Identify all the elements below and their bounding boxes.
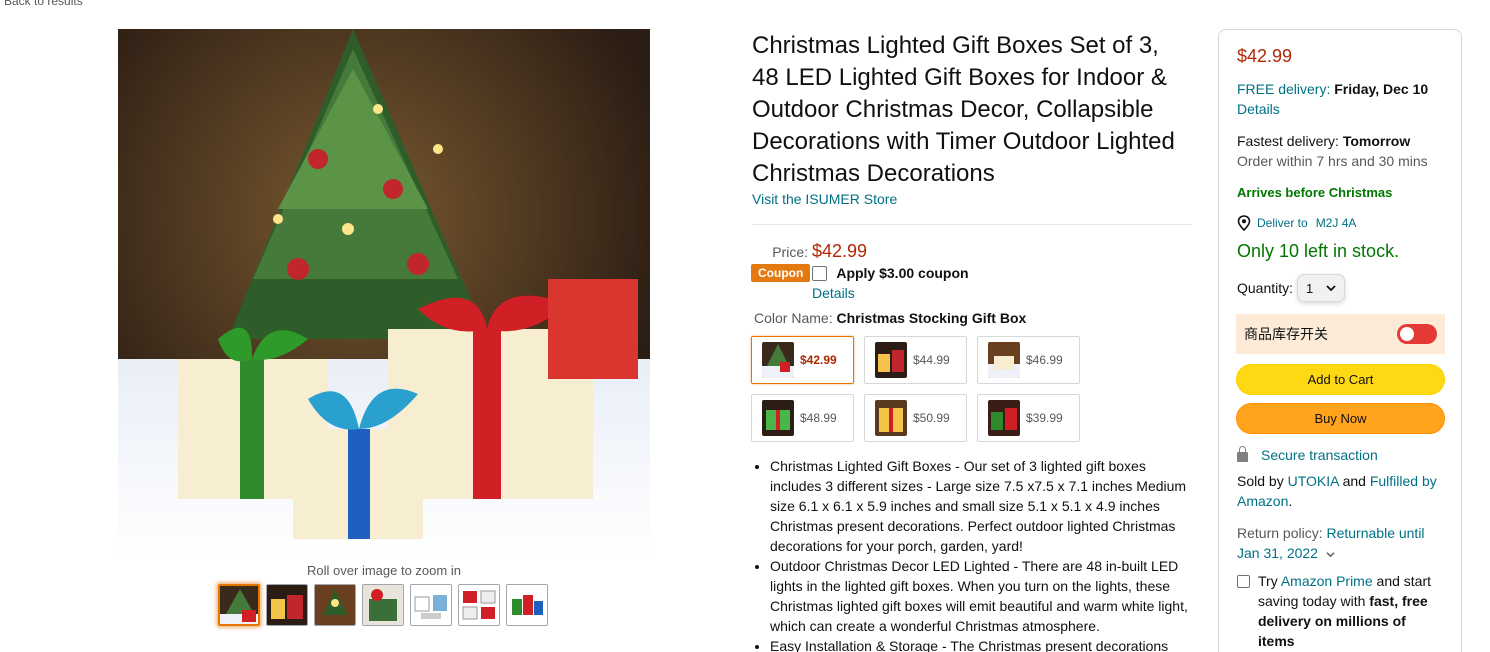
- buybox-price: $42.99: [1237, 46, 1293, 66]
- product-title: Christmas Lighted Gift Boxes Set of 3, 4…: [752, 32, 1175, 187]
- return-policy: Return policy: Returnable until Jan 31, …: [1237, 523, 1443, 563]
- swatch-price: $50.99: [913, 411, 950, 425]
- store-link[interactable]: Visit the ISUMER Store: [752, 191, 897, 207]
- chevron-down-icon: [1326, 285, 1336, 292]
- fastest-delivery: Fastest delivery: Tomorrow Order within …: [1237, 131, 1443, 171]
- thumbnail-2[interactable]: [266, 584, 308, 626]
- feature-bullet: Easy Installation & Storage - The Christ…: [770, 636, 1192, 652]
- price-label: Price:: [772, 244, 808, 260]
- chevron-down-icon[interactable]: [1326, 551, 1335, 558]
- swatch-option[interactable]: $42.99: [751, 336, 854, 384]
- delivery-details-link[interactable]: Details: [1237, 101, 1280, 117]
- quantity-select[interactable]: 1: [1297, 274, 1346, 302]
- swatch-price: $42.99: [800, 353, 837, 367]
- main-product-image[interactable]: [118, 29, 650, 561]
- coupon-row: Coupon Apply $3.00 coupon: [751, 264, 1192, 282]
- zoom-hint: Roll over image to zoom in: [307, 563, 461, 578]
- amazon-prime-link[interactable]: Amazon Prime: [1281, 573, 1373, 589]
- swatch-option[interactable]: $48.99: [751, 394, 854, 442]
- secure-transaction-label: Secure transaction: [1261, 447, 1378, 463]
- swatch-price: $39.99: [1026, 411, 1063, 425]
- swatch-option[interactable]: $44.99: [864, 336, 967, 384]
- free-delivery-label[interactable]: FREE delivery:: [1237, 81, 1330, 97]
- prime-trial: Try Amazon Prime and start saving today …: [1237, 571, 1443, 651]
- coupon-details-link[interactable]: Details: [812, 285, 1192, 301]
- color-name-value: Christmas Stocking Gift Box: [836, 310, 1027, 326]
- toggle-knob: [1400, 327, 1414, 341]
- feature-bullets: Christmas Lighted Gift Boxes - Our set o…: [770, 456, 1192, 652]
- coupon-checkbox[interactable]: [812, 265, 828, 281]
- thumbnail-strip: [218, 584, 548, 626]
- swatch-option[interactable]: $46.99: [977, 336, 1080, 384]
- thumbnail-1[interactable]: [218, 584, 260, 626]
- deliver-to[interactable]: Deliver to M2J 4A: [1237, 215, 1443, 231]
- back-to-results-link[interactable]: Back to results: [4, 0, 83, 8]
- buy-now-button[interactable]: Buy Now: [1236, 403, 1445, 434]
- feature-bullet: Outdoor Christmas Decor LED Lighted - Th…: [770, 556, 1192, 636]
- product-info: Christmas Lighted Gift Boxes Set of 3, 4…: [751, 30, 1192, 652]
- thumbnail-5[interactable]: [410, 584, 452, 626]
- stock-toggle-switch[interactable]: [1397, 324, 1437, 344]
- thumbnail-6[interactable]: [458, 584, 500, 626]
- prime-try: Try: [1258, 573, 1278, 589]
- swatch-image: [875, 400, 907, 436]
- thumbnail-7[interactable]: [506, 584, 548, 626]
- arrives-before-christmas: Arrives before Christmas: [1237, 185, 1393, 200]
- thumbnail-4[interactable]: [362, 584, 404, 626]
- period: .: [1288, 493, 1293, 509]
- swatch-price: $44.99: [913, 353, 950, 367]
- quantity-row: Quantity: 1: [1237, 274, 1443, 302]
- swatch-image: [762, 400, 794, 436]
- location-pin-icon: [1237, 215, 1251, 231]
- fastest-delivery-label: Fastest delivery:: [1237, 133, 1339, 149]
- divider: [752, 224, 1192, 225]
- quantity-label: Quantity:: [1237, 280, 1294, 296]
- price-value: $42.99: [812, 241, 868, 261]
- swatch-image: [988, 342, 1020, 378]
- add-to-cart-button[interactable]: Add to Cart: [1236, 364, 1445, 395]
- return-policy-label: Return policy:: [1237, 525, 1323, 541]
- free-delivery: FREE delivery: Friday, Dec 10 Details: [1237, 79, 1443, 119]
- feature-bullet: Christmas Lighted Gift Boxes - Our set o…: [770, 456, 1192, 556]
- seller-link[interactable]: UTOKIA: [1288, 473, 1339, 489]
- order-within: Order within 7 hrs and 30 mins: [1237, 153, 1428, 169]
- swatch-option[interactable]: $39.99: [977, 394, 1080, 442]
- thumbnail-3[interactable]: [314, 584, 356, 626]
- swatch-price: $48.99: [800, 411, 837, 425]
- swatch-image: [875, 342, 907, 378]
- quantity-value: 1: [1306, 280, 1314, 296]
- coupon-text: Apply $3.00 coupon: [836, 265, 969, 281]
- delivery-date: Friday, Dec 10: [1334, 81, 1429, 97]
- swatch-image: [988, 400, 1020, 436]
- stock-toggle-label: 商品库存开关: [1244, 326, 1328, 342]
- deliver-to-label: Deliver to: [1257, 216, 1308, 230]
- prime-checkbox[interactable]: [1237, 575, 1250, 588]
- and-text: and: [1342, 473, 1366, 489]
- stock-status: Only 10 left in stock.: [1237, 241, 1400, 261]
- color-name-label: Color Name:: [754, 310, 833, 326]
- product-photo: [118, 29, 650, 561]
- swatch-image: [762, 342, 794, 378]
- fastest-delivery-value: Tomorrow: [1342, 133, 1411, 149]
- buy-box: $42.99 FREE delivery: Friday, Dec 10 Det…: [1218, 29, 1462, 652]
- secure-transaction[interactable]: Secure transaction: [1237, 446, 1443, 463]
- postal-code: M2J 4A: [1315, 216, 1357, 230]
- color-name-row: Color Name: Christmas Stocking Gift Box: [754, 310, 1192, 326]
- coupon-badge: Coupon: [751, 264, 811, 282]
- sold-by-label: Sold by: [1237, 473, 1284, 489]
- price-row: Price: $42.99: [752, 241, 1192, 262]
- stock-toggle-panel: 商品库存开关: [1236, 314, 1445, 354]
- prime-text: Try Amazon Prime and start saving today …: [1258, 571, 1443, 651]
- sold-by: Sold by UTOKIA and Fulfilled by Amazon.: [1237, 471, 1443, 511]
- swatch-option[interactable]: $50.99: [864, 394, 967, 442]
- color-swatches: $42.99 $44.99 $46.99 $48.99 $50.99 $39.9…: [751, 336, 1192, 442]
- lock-icon: [1237, 446, 1248, 462]
- swatch-price: $46.99: [1026, 353, 1063, 367]
